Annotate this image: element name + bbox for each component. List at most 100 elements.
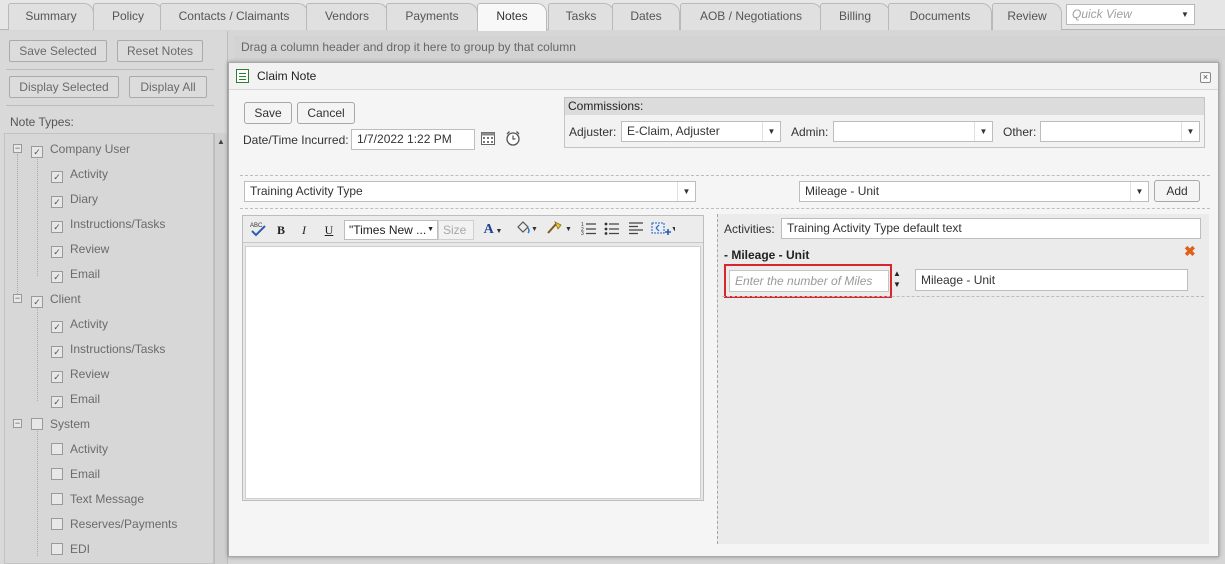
tab-billing[interactable]: Billing [820, 3, 890, 30]
tree-item-reserves-payments[interactable]: Reserves/Payments [51, 515, 177, 535]
insert-element-icon[interactable]: ▼ [650, 221, 678, 239]
checkbox-checked-icon[interactable]: ✓ [51, 321, 63, 333]
alarm-clock-icon[interactable] [505, 130, 521, 146]
collapse-icon[interactable]: − [13, 419, 22, 428]
tree-item-review[interactable]: ✓ Review [51, 365, 109, 385]
tab-dates[interactable]: Dates [612, 3, 680, 30]
checkbox-checked-icon[interactable]: ✓ [51, 271, 63, 283]
spin-down-icon[interactable]: ▼ [893, 280, 901, 289]
tree-item-client[interactable]: ✓ Client [31, 290, 81, 310]
tab-notes[interactable]: Notes [477, 3, 547, 31]
spin-up-icon[interactable]: ▲ [893, 269, 901, 278]
format-painter-icon[interactable]: ▼ [545, 221, 573, 239]
activities-text-input[interactable]: Training Activity Type default text [781, 218, 1201, 239]
checkbox-checked-icon[interactable]: ✓ [51, 346, 63, 358]
close-icon[interactable]: × [1200, 72, 1211, 83]
tree-item-label: Diary [70, 192, 99, 206]
font-color-icon[interactable]: A ▼ [480, 221, 506, 239]
calendar-icon[interactable] [481, 132, 495, 145]
tree-item-activity[interactable]: ✓ Activity [51, 315, 108, 335]
font-size-select[interactable]: Size [438, 220, 474, 240]
bullet-list-icon[interactable] [603, 221, 621, 239]
checkbox-checked-icon[interactable]: ✓ [51, 246, 63, 258]
tree-item-instructions-tasks[interactable]: ✓ Instructions/Tasks [51, 215, 165, 235]
date-time-input[interactable]: 1/7/2022 1:22 PM [351, 129, 475, 150]
tree-item-email[interactable]: Email [51, 465, 100, 485]
unit-type-select[interactable]: Mileage - Unit ▼ [799, 181, 1149, 202]
tab-aob-negotiations[interactable]: AOB / Negotiations [680, 3, 822, 30]
checkbox-unchecked-icon[interactable] [51, 543, 63, 555]
miles-input[interactable]: Enter the number of Miles [729, 270, 889, 292]
checkbox-unchecked-icon[interactable] [51, 518, 63, 530]
italic-icon[interactable]: I [296, 221, 312, 239]
tab-policy[interactable]: Policy [93, 3, 163, 30]
tree-item-company-user[interactable]: ✓ Company User [31, 140, 130, 160]
quick-view-select[interactable]: Quick View ▼ [1066, 4, 1195, 25]
checkbox-unchecked-icon[interactable] [51, 468, 63, 480]
chevron-down-icon: ▼ [762, 122, 780, 141]
checkbox-checked-icon[interactable]: ✓ [51, 171, 63, 183]
tree-item-email[interactable]: ✓ Email [51, 390, 100, 410]
reset-notes-button[interactable]: Reset Notes [117, 40, 203, 62]
cancel-button[interactable]: Cancel [297, 102, 355, 124]
other-label: Other: [1003, 125, 1037, 139]
collapse-icon[interactable]: − [13, 144, 22, 153]
tab-payments[interactable]: Payments [386, 3, 478, 30]
highlight-color-icon[interactable]: ▼ [513, 221, 539, 239]
tree-item-instructions-tasks[interactable]: ✓ Instructions/Tasks [51, 340, 165, 360]
dialog-title: Claim Note [257, 69, 317, 83]
miles-spinner[interactable]: ▲ ▼ [893, 269, 903, 291]
tree-item-email[interactable]: ✓ Email [51, 265, 100, 285]
checkbox-unchecked-icon[interactable] [51, 443, 63, 455]
activity-type-select[interactable]: Training Activity Type ▼ [244, 181, 696, 202]
spellcheck-icon[interactable]: ABC [248, 221, 268, 239]
display-all-button[interactable]: Display All [129, 76, 207, 98]
admin-select[interactable]: ▼ [833, 121, 993, 142]
font-family-select[interactable]: "Times New ... ▼ [344, 220, 438, 240]
tree-item-activity[interactable]: ✓ Activity [51, 165, 108, 185]
scroll-up-icon[interactable]: ▲ [217, 137, 225, 146]
checkbox-checked-icon[interactable]: ✓ [31, 146, 43, 158]
tab-tasks[interactable]: Tasks [548, 3, 614, 30]
add-button[interactable]: Add [1154, 180, 1200, 202]
tree-connector [37, 306, 38, 401]
tree-item-text-message[interactable]: Text Message [51, 490, 144, 510]
checkbox-checked-icon[interactable]: ✓ [51, 396, 63, 408]
display-selected-button[interactable]: Display Selected [9, 76, 119, 98]
tree-item-diary[interactable]: ✓ Diary [51, 190, 98, 210]
tree-scrollbar[interactable]: ▲ [214, 133, 227, 564]
align-icon[interactable] [627, 221, 645, 239]
tree-item-label: Client [50, 292, 81, 306]
bold-icon[interactable]: B [273, 221, 289, 239]
tab-bar: Summary Policy Contacts / Claimants Vend… [0, 0, 1225, 31]
adjuster-select[interactable]: E-Claim, Adjuster ▼ [621, 121, 781, 142]
checkbox-checked-icon[interactable]: ✓ [31, 296, 43, 308]
numbered-list-icon[interactable]: 123 [580, 221, 598, 239]
checkbox-unchecked-icon[interactable] [51, 493, 63, 505]
tab-documents[interactable]: Documents [888, 3, 992, 30]
tree-item-activity[interactable]: Activity [51, 440, 108, 460]
save-button[interactable]: Save [244, 102, 292, 124]
underline-icon[interactable]: U [321, 221, 337, 239]
other-select[interactable]: ▼ [1040, 121, 1200, 142]
tab-summary[interactable]: Summary [8, 3, 94, 30]
tab-review[interactable]: Review [992, 3, 1062, 30]
checkbox-checked-icon[interactable]: ✓ [51, 196, 63, 208]
editor-content-area[interactable] [245, 246, 701, 499]
checkbox-checked-icon[interactable]: ✓ [51, 371, 63, 383]
checkbox-unchecked-icon[interactable] [31, 418, 43, 430]
dialog-title-bar[interactable]: Claim Note × [229, 63, 1218, 90]
adjuster-label: Adjuster: [569, 125, 617, 139]
tree-item-label: System [50, 417, 91, 431]
tree-item-system[interactable]: System [31, 415, 90, 435]
tab-contacts-claimants[interactable]: Contacts / Claimants [160, 3, 308, 30]
collapse-icon[interactable]: − [13, 294, 22, 303]
save-selected-button[interactable]: Save Selected [9, 40, 107, 62]
mileage-unit-field[interactable]: Mileage - Unit [915, 269, 1188, 291]
tree-item-review[interactable]: ✓ Review [51, 240, 109, 260]
delete-x-icon[interactable]: ✖ [1184, 243, 1196, 260]
tab-vendors[interactable]: Vendors [306, 3, 388, 30]
mileage-section-title: - Mileage - Unit [724, 248, 810, 262]
tree-item-edi[interactable]: EDI [51, 540, 90, 560]
checkbox-checked-icon[interactable]: ✓ [51, 221, 63, 233]
